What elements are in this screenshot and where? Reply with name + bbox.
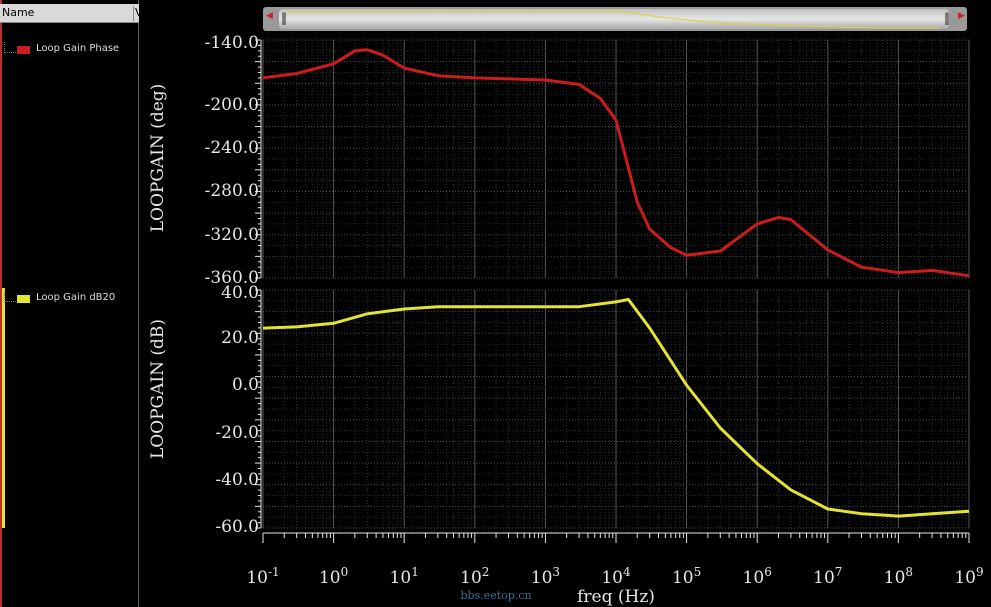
x-axis-label: freq (Hz) (577, 587, 655, 607)
y-tick-label: -40.0 (215, 470, 259, 490)
zoom-left-handle[interactable]: ‖ (281, 11, 287, 25)
x-tick-label: 104 (601, 565, 631, 588)
y-tick-label: 40.0 (221, 283, 259, 303)
x-tick-labels: 10-1 100 101 102 103 104 105 106 107 108 109 (246, 532, 984, 588)
phase-y-tick-labels: -140.0 -200.0 -240.0 -280.0 -320.0 -360.0 (205, 33, 259, 288)
legend-item-loop-gain-db20[interactable]: Loop Gain dB20 (0, 291, 139, 307)
x-tick-label: 102 (460, 565, 489, 588)
trace-loop-gain-db20 (262, 298, 970, 518)
selected-strip-indicator (2, 288, 5, 528)
color-swatch (17, 46, 30, 54)
scroll-right-arrow-icon[interactable]: ▶ (958, 11, 965, 21)
y-tick-label: -60.0 (215, 517, 259, 537)
y-tick-label: -280.0 (205, 181, 259, 201)
x-tick-label: 105 (672, 565, 701, 588)
x-tick-label: 10-1 (246, 565, 279, 588)
watermark: bbs.eetop.cn (460, 589, 531, 602)
signal-browser-panel: Name V Loop Gain Phase Loop Gain dB20 (0, 0, 143, 607)
tree-connector (4, 42, 16, 53)
y-tick-label: -20.0 (215, 423, 259, 443)
phase-y-axis-label: LOOPGAIN (deg) (148, 84, 168, 233)
column-header-v[interactable]: V (133, 6, 143, 21)
db-y-axis-label: LOOPGAIN (dB) (148, 319, 168, 459)
legend-label: Loop Gain dB20 (36, 292, 116, 303)
legend-label: Loop Gain Phase (36, 43, 120, 54)
db-strip-grid (255, 289, 970, 529)
scroll-left-arrow-icon[interactable]: ◀ (266, 11, 273, 21)
tree-connector (4, 291, 16, 302)
color-swatch (17, 295, 30, 303)
x-zoom-overview-thumb[interactable] (279, 9, 949, 29)
x-tick-label: 103 (531, 565, 560, 588)
phase-strip-grid (255, 39, 970, 279)
y-tick-label: -360.0 (205, 268, 259, 288)
zoom-right-handle[interactable]: ‖ (944, 11, 950, 25)
y-tick-label: 20.0 (221, 328, 259, 348)
column-header-name[interactable]: Name (2, 6, 34, 19)
x-tick-label: 101 (390, 565, 419, 588)
legend-item-loop-gain-phase[interactable]: Loop Gain Phase (0, 42, 139, 58)
trace-loop-gain-phase (262, 48, 970, 278)
y-tick-label: -140.0 (205, 33, 259, 53)
waveform-plot-area: -140.0 -200.0 -240.0 -280.0 -320.0 -360.0 40.… (148, 33, 984, 607)
db-y-tick-labels: 40.0 20.0 0.0 -20.0 -40.0 -60.0 (215, 283, 259, 537)
y-tick-label: -320.0 (205, 225, 259, 245)
y-tick-label: 0.0 (232, 375, 259, 395)
x-tick-label: 107 (813, 565, 842, 588)
y-tick-label: -200.0 (205, 95, 259, 115)
x-tick-label: 109 (954, 565, 983, 588)
overview-trace (284, 10, 939, 29)
x-tick-label: 100 (319, 565, 348, 588)
traces (262, 48, 970, 518)
y-tick-label: -240.0 (205, 138, 259, 158)
signal-list-header: Name V (0, 4, 143, 23)
x-tick-label: 108 (884, 565, 913, 588)
x-tick-label: 106 (743, 565, 772, 588)
